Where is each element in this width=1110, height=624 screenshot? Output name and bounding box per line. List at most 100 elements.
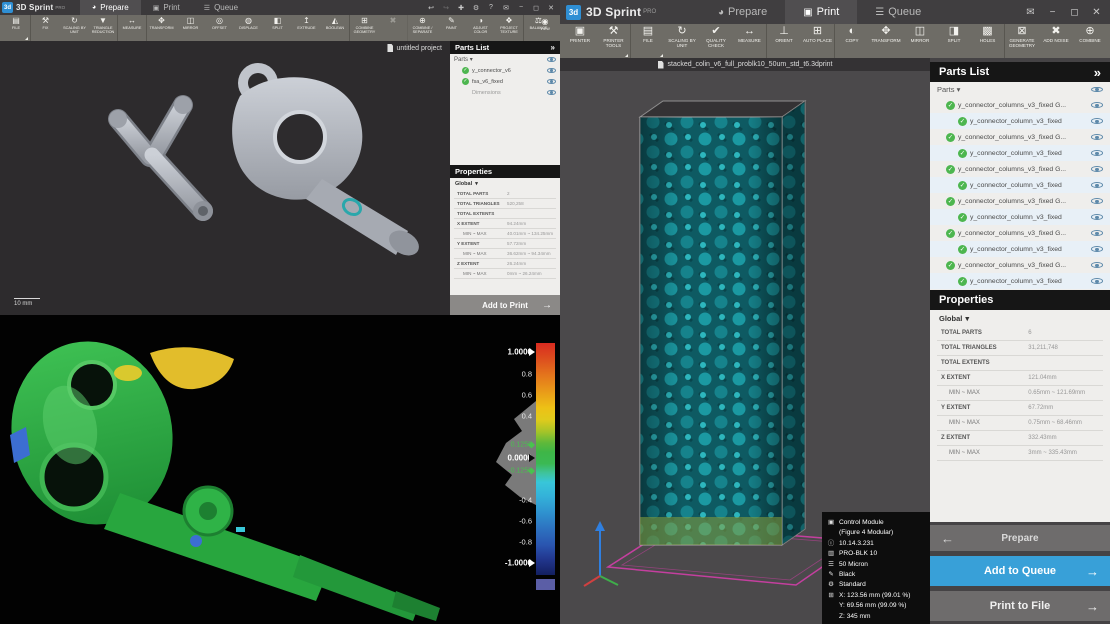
parts-group-row[interactable]: Parts ▾ — [450, 54, 560, 65]
settings-icon[interactable]: ⚙ — [472, 4, 480, 12]
deviation-viewport[interactable]: 1.0000 0.8 0.6 0.4 — [0, 315, 560, 624]
toolbar-button[interactable]: ▤ FILE — [631, 24, 665, 58]
collapse-panel-icon[interactable]: » — [551, 43, 555, 52]
toolbar-button[interactable]: ↻ SCALING BY UNIT — [665, 24, 699, 58]
visibility-eye-icon[interactable] — [1091, 100, 1103, 111]
toolbar-button[interactable]: ▩ HOLES — [971, 24, 1005, 58]
part-row[interactable]: y_connector_columns_v3_fixed G... — [930, 97, 1110, 113]
properties-scope[interactable]: Global ▾ — [450, 178, 560, 189]
titlebar-tab[interactable]: ☰ Queue — [192, 0, 250, 15]
restore-icon[interactable]: ◻ — [532, 4, 540, 12]
mail-icon[interactable]: ✉ — [1025, 7, 1036, 18]
close-icon[interactable]: ✕ — [1091, 7, 1102, 18]
visibility-eye-icon[interactable] — [1091, 164, 1103, 175]
collapse-panel-icon[interactable]: » — [1094, 65, 1101, 80]
toolbar-button[interactable]: ▣ PRINTER — [563, 24, 597, 58]
toolbar-button[interactable]: ✔ QUALITY CHECK — [699, 24, 733, 58]
deviation-model[interactable] — [0, 326, 440, 621]
toolbar-button[interactable]: ✖ ADD NOISE — [1039, 24, 1073, 58]
toolbar-button[interactable]: ✥ TRANSFORM — [147, 15, 176, 41]
add-to-print-button[interactable]: Add to Print → — [450, 295, 560, 315]
part-row[interactable]: y_connector_column_v3_fixed — [930, 273, 1110, 289]
toolbar-button[interactable]: ▤ FILE — [2, 15, 31, 41]
close-icon[interactable]: ✕ — [547, 4, 555, 12]
back-to-prepare-button[interactable]: ← Prepare — [930, 525, 1110, 551]
toolbar-button[interactable]: ⊞ AUTO PLACE — [801, 24, 835, 58]
toolbar-button[interactable]: ⚒ PRINTER TOOLS — [597, 24, 631, 58]
part-row[interactable]: y_connector_column_v3_fixed — [930, 209, 1110, 225]
part-row[interactable]: y_connector_columns_v3_fixed G... — [930, 129, 1110, 145]
redo-icon[interactable]: ↪ — [442, 4, 450, 12]
model-bracket[interactable] — [232, 63, 423, 261]
part-row[interactable]: fsa_v6_fixed — [450, 76, 560, 87]
toolbar-button[interactable]: ◧ SPLIT — [263, 15, 292, 41]
visibility-eye-icon[interactable] — [1091, 132, 1103, 143]
toolbar-button[interactable]: ⊥ ORIENT — [767, 24, 801, 58]
toolbar-button[interactable]: ↻ SCALING BY UNIT — [60, 15, 89, 41]
toolbar-button[interactable]: ✖ — [379, 15, 408, 41]
toolbar-button[interactable]: ⚒ FIX — [31, 15, 60, 41]
part-row[interactable]: y_connector_column_v3_fixed — [930, 145, 1110, 161]
toolbar-button[interactable]: ⊕ COMBINE — [1073, 24, 1107, 58]
toolbar-button[interactable]: ⊠ GENERATE GEOMETRY — [1005, 24, 1039, 58]
stacked-parts-model[interactable] — [640, 101, 805, 545]
toolbar-button[interactable]: ⊞ COMBINE GEOMETRY — [350, 15, 379, 41]
print-to-file-button[interactable]: Print to File → — [930, 591, 1110, 621]
help-icon[interactable]: ? — [487, 4, 495, 11]
toolbar-button[interactable]: ✥ TRANSFORM — [869, 24, 903, 58]
toolbar-button[interactable]: ◭ BOOLEAN — [321, 15, 350, 41]
visibility-eye-icon[interactable] — [1091, 212, 1103, 223]
part-row[interactable]: y_connector_v6 — [450, 65, 560, 76]
visibility-eye-icon[interactable] — [1091, 116, 1103, 127]
part-row[interactable]: y_connector_column_v3_fixed — [930, 113, 1110, 129]
toolbar-button[interactable]: ▼ TRIANGLE REDUCTION — [89, 15, 118, 41]
part-row[interactable]: y_connector_column_v3_fixed — [930, 177, 1110, 193]
toolbar-button[interactable]: ◑ ADJUST COLOR — [466, 15, 495, 41]
part-row[interactable]: y_connector_columns_v3_fixed G... — [930, 161, 1110, 177]
model-y-connector[interactable] — [109, 96, 213, 221]
minimize-icon[interactable]: − — [1047, 7, 1058, 18]
toolbar-button[interactable]: ↥ EXTRUDE — [292, 15, 321, 41]
visibility-eye-icon[interactable] — [547, 66, 556, 75]
toolbar-button[interactable]: ◨ SPLIT — [937, 24, 971, 58]
toolbar-button[interactable]: ↔ MEASURE — [118, 15, 147, 41]
visibility-eye-icon[interactable] — [547, 55, 556, 64]
visibility-eye-icon[interactable] — [1091, 196, 1103, 207]
toolbar-button[interactable]: ◫ MIRROR — [176, 15, 205, 41]
visibility-eye-icon[interactable] — [1091, 84, 1103, 95]
undo-icon[interactable]: ↩ — [427, 4, 435, 12]
visibility-eye-icon[interactable] — [1091, 276, 1103, 287]
toolbar-button[interactable]: ❖ PROJECT TEXTURE — [495, 15, 524, 41]
part-row[interactable]: y_connector_columns_v3_fixed G... — [930, 225, 1110, 241]
titlebar-tab[interactable]: ▣ Print — [785, 0, 857, 24]
visibility-eye-icon[interactable] — [1091, 228, 1103, 239]
titlebar-tab[interactable]: ◕ Prepare — [80, 0, 141, 15]
toolbar-button[interactable]: ↔ MEASURE — [733, 24, 767, 58]
titlebar-tab[interactable]: ☰ Queue — [857, 0, 939, 24]
view-toggle-button[interactable]: ◉ VIEW — [532, 17, 558, 31]
titlebar-tab[interactable]: ◕ Prepare — [700, 0, 785, 24]
visibility-eye-icon[interactable] — [547, 77, 556, 86]
add-to-queue-button[interactable]: Add to Queue → — [930, 556, 1110, 586]
mail-icon[interactable]: ✉ — [502, 4, 510, 12]
visibility-eye-icon[interactable] — [1091, 244, 1103, 255]
print-3d-viewport[interactable]: stacked_colin_v6_full_problk10_50um_std_… — [560, 58, 930, 624]
visibility-eye-icon[interactable] — [1091, 260, 1103, 271]
part-row[interactable]: y_connector_columns_v3_fixed G... — [930, 193, 1110, 209]
visibility-eye-icon[interactable] — [1091, 148, 1103, 159]
visibility-eye-icon[interactable] — [547, 88, 556, 97]
minimize-icon[interactable]: − — [517, 4, 525, 11]
part-row[interactable]: Dimensions — [450, 87, 560, 98]
restore-icon[interactable]: ◻ — [1069, 7, 1080, 18]
part-row[interactable]: y_connector_columns_v3_fixed G... — [930, 257, 1110, 273]
add-icon[interactable]: ✚ — [457, 4, 465, 12]
toolbar-button[interactable]: ◫ MIRROR — [903, 24, 937, 58]
properties-scope[interactable]: Global ▾ — [930, 310, 1110, 326]
toolbar-button[interactable]: ◍ DISPLACE — [234, 15, 263, 41]
parts-group-row[interactable]: Parts ▾ — [930, 82, 1110, 97]
toolbar-button[interactable]: ◎ OFFSET — [205, 15, 234, 41]
toolbar-button[interactable]: ✎ PAINT — [437, 15, 466, 41]
titlebar-tab[interactable]: ▣ Print — [141, 0, 192, 15]
toolbar-button[interactable]: ⊕ COMBINE / SEPARATE — [408, 15, 437, 41]
toolbar-button[interactable]: ◐ COPY — [835, 24, 869, 58]
